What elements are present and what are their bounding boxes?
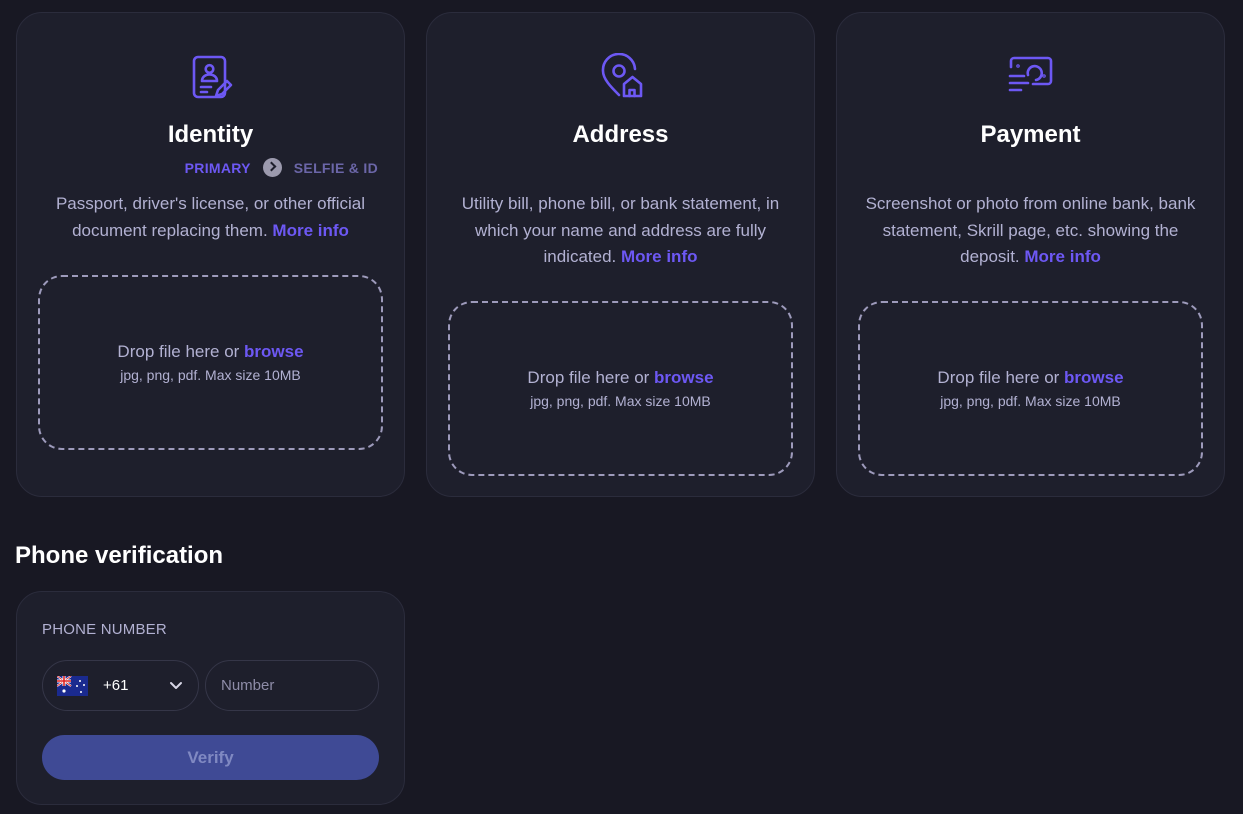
file-hint: jpg, png, pdf. Max size 10MB: [940, 393, 1121, 409]
file-hint: jpg, png, pdf. Max size 10MB: [120, 367, 301, 383]
card-description: Utility bill, phone bill, or bank statem…: [455, 191, 786, 271]
payment-card: Payment Screenshot or photo from online …: [836, 12, 1225, 497]
address-drop-zone[interactable]: Drop file here or browse jpg, png, pdf. …: [448, 301, 793, 476]
browse-link[interactable]: browse: [244, 342, 304, 361]
card-description: Screenshot or photo from online bank, ba…: [865, 191, 1196, 271]
step-primary[interactable]: PRIMARY: [185, 160, 251, 176]
phone-number-label: PHONE NUMBER: [42, 621, 167, 638]
more-info-link[interactable]: More info: [621, 247, 698, 266]
address-card: Address Utility bill, phone bill, or ban…: [426, 12, 815, 497]
more-info-link[interactable]: More info: [272, 221, 349, 240]
payment-drop-zone[interactable]: Drop file here or browse jpg, png, pdf. …: [858, 301, 1203, 476]
more-info-link[interactable]: More info: [1024, 247, 1101, 266]
drop-text: Drop file here or: [937, 368, 1060, 387]
country-code-select[interactable]: +61: [42, 660, 199, 711]
document-cards: Identity PRIMARY SELFIE & ID Passport, d…: [16, 12, 1225, 497]
chevron-down-icon: [170, 682, 182, 689]
file-hint: jpg, png, pdf. Max size 10MB: [530, 393, 711, 409]
step-selfie-id[interactable]: SELFIE & ID: [294, 160, 378, 176]
dial-code: +61: [103, 677, 129, 694]
drop-text: Drop file here or: [527, 368, 650, 387]
verify-button[interactable]: Verify: [42, 735, 379, 780]
phone-verification-heading: Phone verification: [15, 542, 224, 569]
id-document-icon: [192, 55, 232, 99]
card-title: Payment: [980, 121, 1081, 148]
australia-flag-icon: [57, 675, 88, 696]
card-title: Address: [572, 121, 669, 148]
identity-drop-zone[interactable]: Drop file here or browse jpg, png, pdf. …: [38, 275, 383, 450]
card-description: Passport, driver's license, or other off…: [45, 191, 376, 244]
phone-verification-card: PHONE NUMBER +61 Verify: [16, 591, 405, 805]
drop-label: Drop file here or browse: [527, 368, 713, 388]
verification-steps: PRIMARY SELFIE & ID: [185, 158, 378, 177]
browse-link[interactable]: browse: [654, 368, 714, 387]
payment-banknote-icon: [1008, 56, 1052, 92]
phone-number-input[interactable]: [205, 660, 379, 711]
location-home-icon: [601, 53, 642, 98]
drop-text: Drop file here or: [117, 342, 240, 361]
card-title: Identity: [167, 121, 254, 148]
identity-card: Identity PRIMARY SELFIE & ID Passport, d…: [16, 12, 405, 497]
chevron-right-icon: [262, 158, 282, 177]
drop-label: Drop file here or browse: [937, 368, 1123, 388]
drop-label: Drop file here or browse: [117, 342, 303, 362]
browse-link[interactable]: browse: [1064, 368, 1124, 387]
